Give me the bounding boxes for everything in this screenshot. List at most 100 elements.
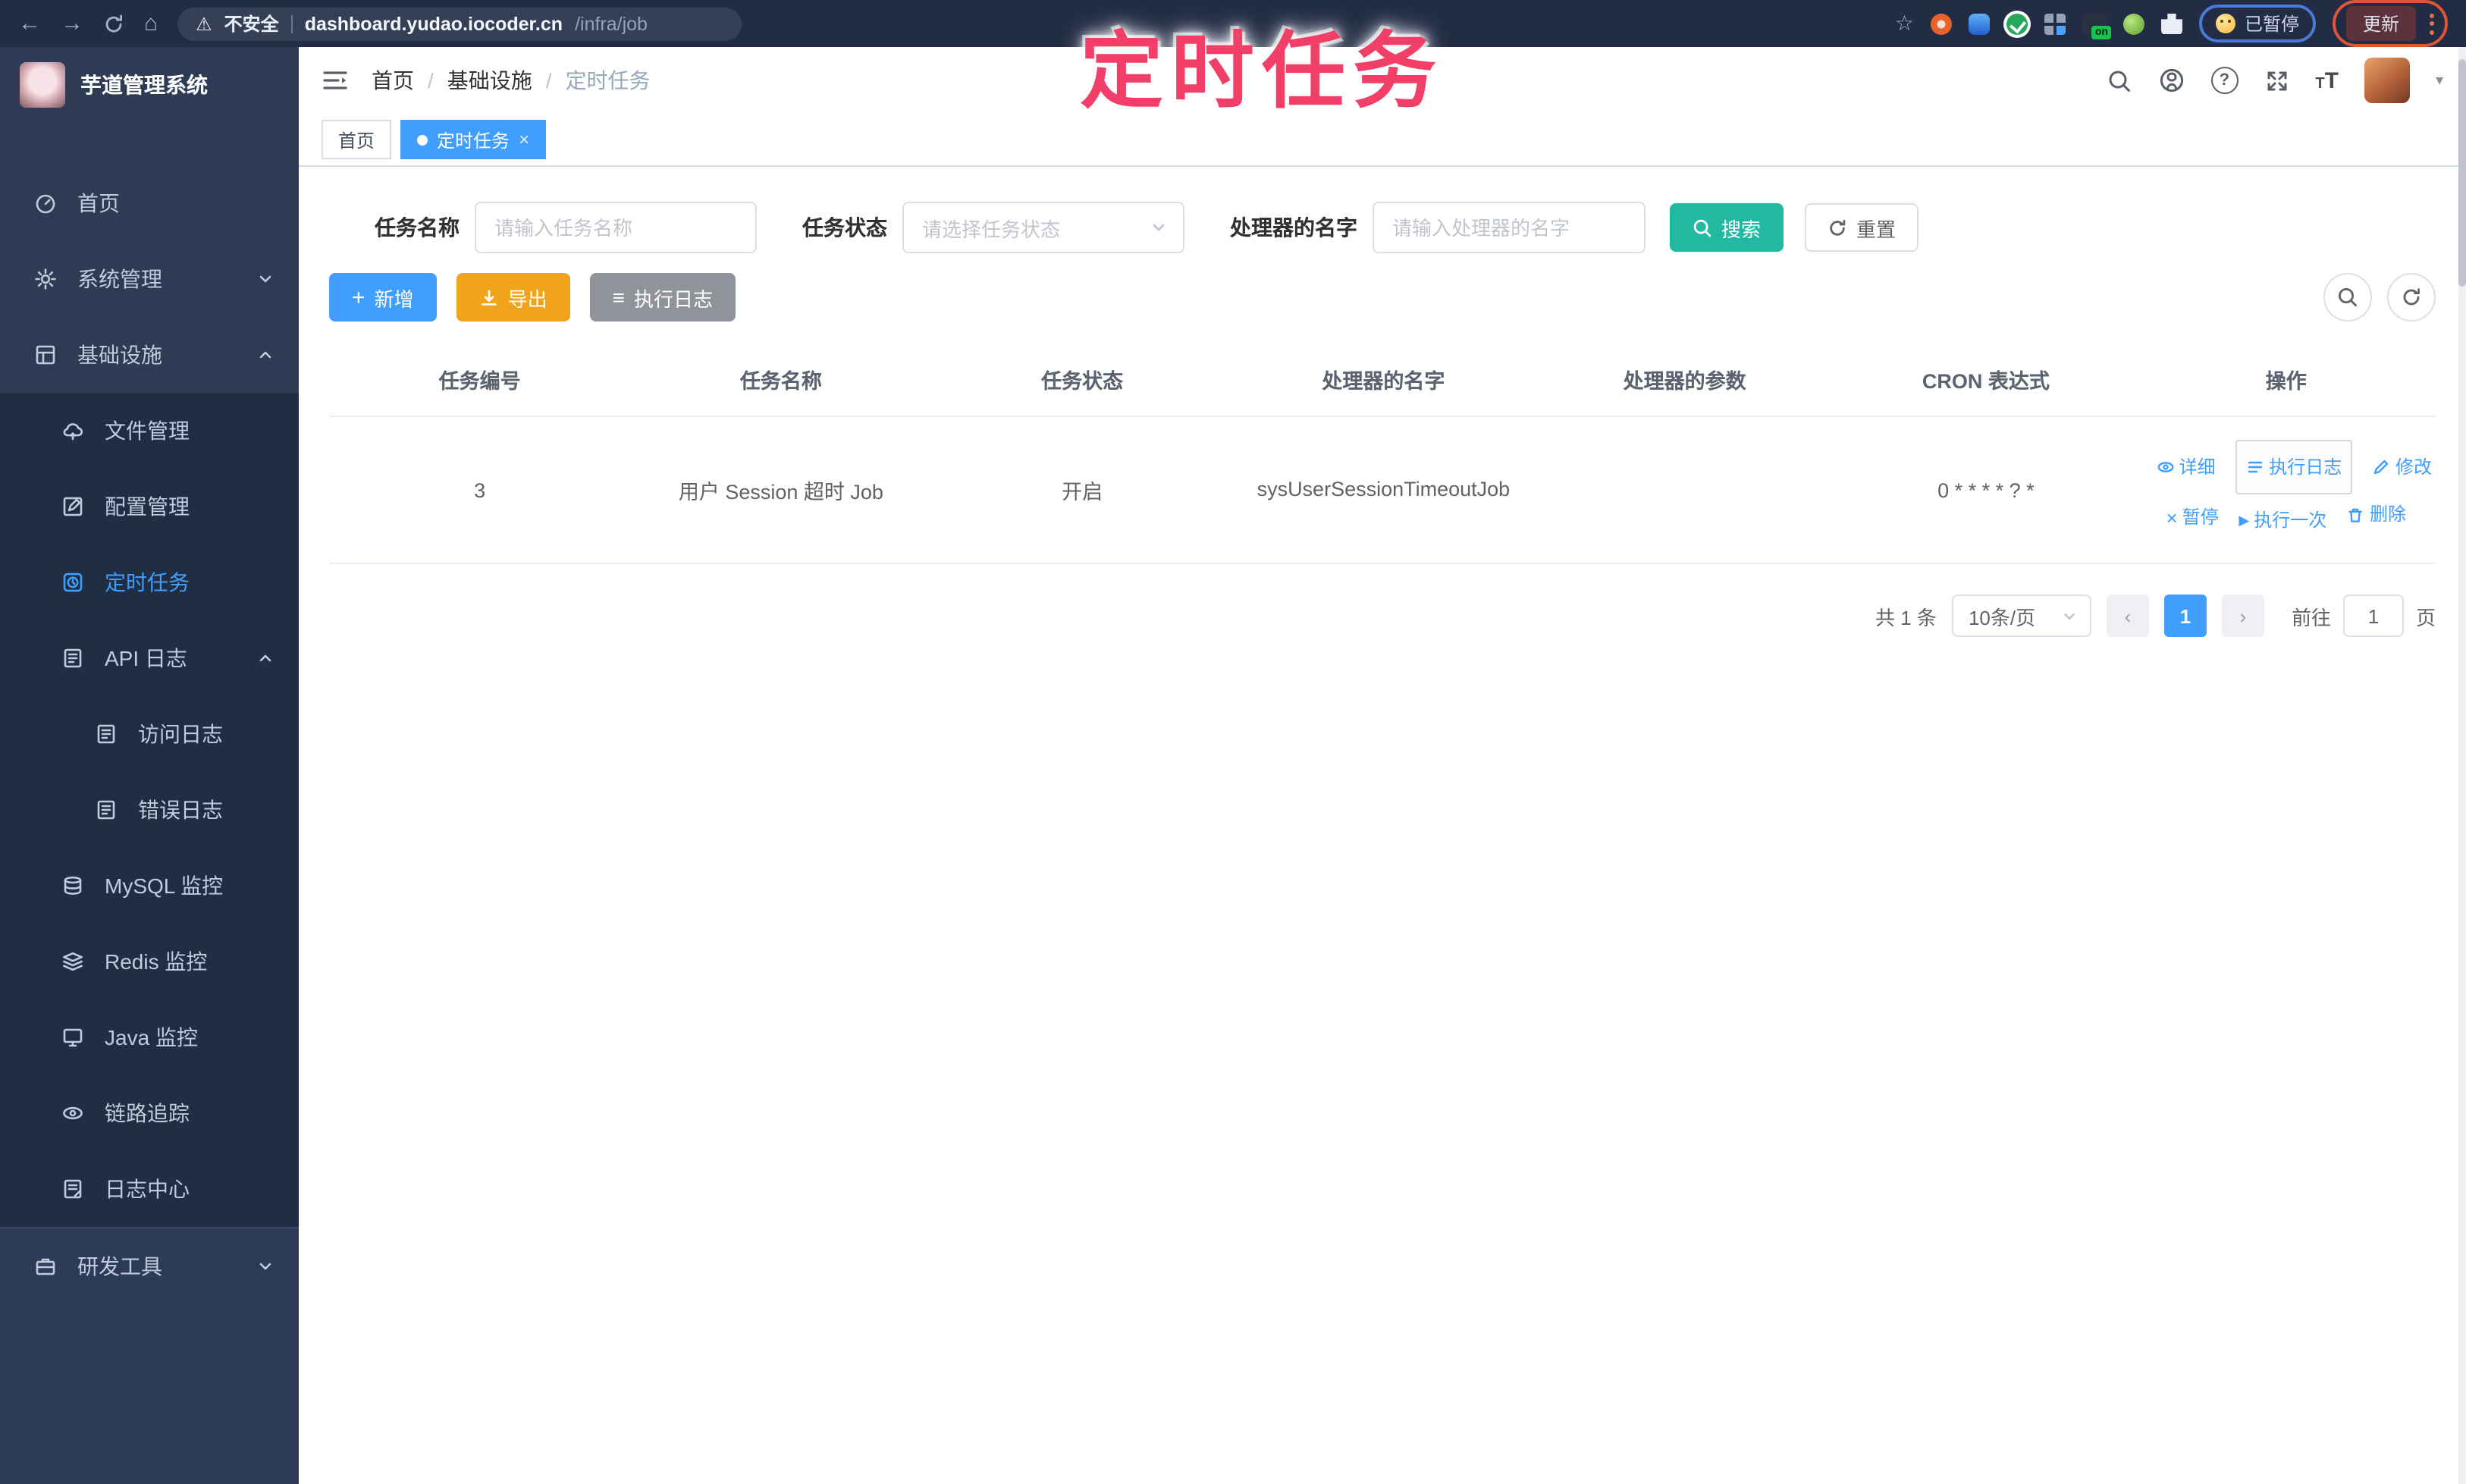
app-logo-avatar xyxy=(20,62,65,108)
sidebar-item-label: Java 监控 xyxy=(105,1025,198,1049)
search-button-label: 搜索 xyxy=(1721,218,1762,240)
extension-leaf-icon[interactable] xyxy=(2122,13,2144,34)
extension-grid-icon[interactable] xyxy=(2044,13,2066,34)
database-icon xyxy=(64,876,82,895)
action-edit[interactable]: 修改 xyxy=(2373,447,2432,488)
search-icon[interactable] xyxy=(2106,67,2132,93)
extension-blue-icon[interactable] xyxy=(1968,13,1990,34)
navbar-tools: ? TT ▾ xyxy=(2106,58,2443,103)
breadcrumb-infra[interactable]: 基础设施 xyxy=(447,65,532,96)
avatar-caret-icon[interactable]: ▾ xyxy=(2436,72,2443,89)
fullscreen-icon[interactable] xyxy=(2264,67,2289,93)
search-button[interactable]: 搜索 xyxy=(1670,203,1784,252)
table-row: 3 用户 Session 超时 Job 开启 sysUserSessionTim… xyxy=(329,416,2436,565)
sidebar-logo-row[interactable]: 芋道管理系统 xyxy=(0,47,299,123)
tab-label: 首页 xyxy=(338,130,375,151)
scrollbar-thumb[interactable] xyxy=(2458,59,2466,287)
cell-handler-name: sysUserSessionTimeoutJob xyxy=(1232,416,1534,565)
help-icon[interactable]: ? xyxy=(2210,67,2239,94)
tab-scheduled-job[interactable]: 定时任务 × xyxy=(400,120,547,159)
tab-home[interactable]: 首页 xyxy=(322,120,392,159)
sidebar-item-system[interactable]: 系统管理 xyxy=(0,241,299,317)
col-cron: CRON 表达式 xyxy=(1835,343,2137,417)
font-size-icon[interactable]: TT xyxy=(2315,67,2339,93)
prev-page-button[interactable]: ‹ xyxy=(2106,595,2149,638)
paused-label: 已暂停 xyxy=(2244,14,2299,35)
cloud-upload-icon xyxy=(63,423,83,441)
sidebar-item-label: 基础设施 xyxy=(77,343,162,367)
pencil-icon xyxy=(2374,460,2389,475)
extension-switch-icon[interactable]: on xyxy=(2082,13,2111,39)
page-size-select[interactable]: 10条/页 xyxy=(1951,595,2091,638)
exec-log-button[interactable]: ≡ 执行日志 xyxy=(589,273,736,322)
cell-actions: 详细 执行日志 修改 × 暂停 ▶ 执行一次 删除 xyxy=(2136,416,2436,565)
window-scrollbar[interactable] xyxy=(2458,47,2466,1484)
action-detail[interactable]: 详细 xyxy=(2157,447,2216,488)
sidebar-item-scheduled-job[interactable]: 定时任务 xyxy=(0,544,299,620)
sidebar-item-mysql-monitor[interactable]: MySQL 监控 xyxy=(0,848,299,924)
action-delete[interactable]: 删除 xyxy=(2347,495,2406,535)
reset-button-label: 重置 xyxy=(1856,218,1897,240)
github-icon[interactable] xyxy=(2157,67,2185,94)
browser-menu-icon[interactable] xyxy=(2430,13,2434,34)
sidebar-item-error-log[interactable]: 错误日志 xyxy=(0,772,299,848)
export-button-label: 导出 xyxy=(507,287,547,310)
action-exec-log[interactable]: 执行日志 xyxy=(2235,440,2353,495)
sidebar-item-label: 系统管理 xyxy=(77,267,162,291)
job-table: 任务编号 任务名称 任务状态 处理器的名字 处理器的参数 CRON 表达式 操作… xyxy=(329,343,2436,565)
close-icon[interactable]: × xyxy=(519,130,529,149)
sidebar-item-trace[interactable]: 链路追踪 xyxy=(0,1075,299,1151)
table-toolbar: + 新增 导出 ≡ 执行日志 xyxy=(329,273,2436,322)
sidebar-item-redis-monitor[interactable]: Redis 监控 xyxy=(0,924,299,999)
sidebar-item-file-manage[interactable]: 文件管理 xyxy=(0,393,299,469)
job-name-input[interactable] xyxy=(475,202,757,253)
chrome-update-button[interactable]: 更新 xyxy=(2345,6,2416,41)
breadcrumb: 首页 / 基础设施 / 定时任务 xyxy=(372,65,651,96)
chevron-up-icon xyxy=(259,351,271,359)
home-icon[interactable]: ⌂ xyxy=(144,12,158,35)
toggle-search-button[interactable] xyxy=(2323,273,2372,322)
extension-orange-icon[interactable] xyxy=(1930,13,1952,34)
add-button[interactable]: + 新增 xyxy=(329,273,437,322)
reload-icon[interactable] xyxy=(103,13,124,34)
sidebar-item-api-log[interactable]: API 日志 xyxy=(0,620,299,696)
tampermonkey-paused-pill[interactable]: 已暂停 xyxy=(2198,5,2316,42)
document-pen-icon xyxy=(64,1179,82,1199)
sidebar-item-config-manage[interactable]: 配置管理 xyxy=(0,469,299,544)
page-number-1[interactable]: 1 xyxy=(2163,595,2207,638)
refresh-table-button[interactable] xyxy=(2387,273,2436,322)
forward-icon[interactable]: → xyxy=(61,12,83,35)
sidebar-item-java-monitor[interactable]: Java 监控 xyxy=(0,999,299,1075)
extension-on-badge: on xyxy=(2091,25,2111,39)
reset-button[interactable]: 重置 xyxy=(1805,203,1919,252)
next-page-button[interactable]: › xyxy=(2221,595,2264,638)
sidebar-item-label: 首页 xyxy=(77,191,120,215)
user-avatar[interactable] xyxy=(2364,58,2410,103)
bookmark-star-icon[interactable]: ☆ xyxy=(1895,11,1914,36)
job-status-select[interactable]: 请选择任务状态 xyxy=(902,202,1184,253)
export-button[interactable]: 导出 xyxy=(456,273,570,322)
hamburger-icon[interactable] xyxy=(322,68,349,93)
address-bar[interactable]: ⚠ 不安全 dashboard.yudao.iocoder.cn/infra/j… xyxy=(177,7,742,40)
goto-page-input[interactable] xyxy=(2342,595,2404,638)
cell-handler-param xyxy=(1534,416,1836,565)
exec-log-button-label: 执行日志 xyxy=(633,287,713,310)
gear-icon xyxy=(35,268,56,290)
handler-name-input[interactable] xyxy=(1373,202,1646,253)
action-run-once[interactable]: ▶ 执行一次 xyxy=(2239,500,2326,541)
sidebar-item-label: MySQL 监控 xyxy=(105,874,224,898)
timer-icon xyxy=(63,573,83,592)
back-icon[interactable]: ← xyxy=(18,12,41,35)
sidebar-item-log-center[interactable]: 日志中心 xyxy=(0,1151,299,1227)
dashboard-icon xyxy=(36,194,55,214)
insecure-warning-icon: ⚠ xyxy=(196,13,212,34)
action-pause[interactable]: × 暂停 xyxy=(2166,497,2219,538)
eye-icon xyxy=(2157,462,2173,473)
sidebar-item-devtools[interactable]: 研发工具 xyxy=(0,1228,299,1304)
extension-check-icon[interactable] xyxy=(2006,13,2028,34)
sidebar-item-infra[interactable]: 基础设施 xyxy=(0,317,299,393)
sidebar-item-access-log[interactable]: 访问日志 xyxy=(0,696,299,772)
breadcrumb-home[interactable]: 首页 xyxy=(372,65,414,96)
sidebar-item-home[interactable]: 首页 xyxy=(0,165,299,241)
extensions-puzzle-icon[interactable] xyxy=(2160,13,2182,34)
